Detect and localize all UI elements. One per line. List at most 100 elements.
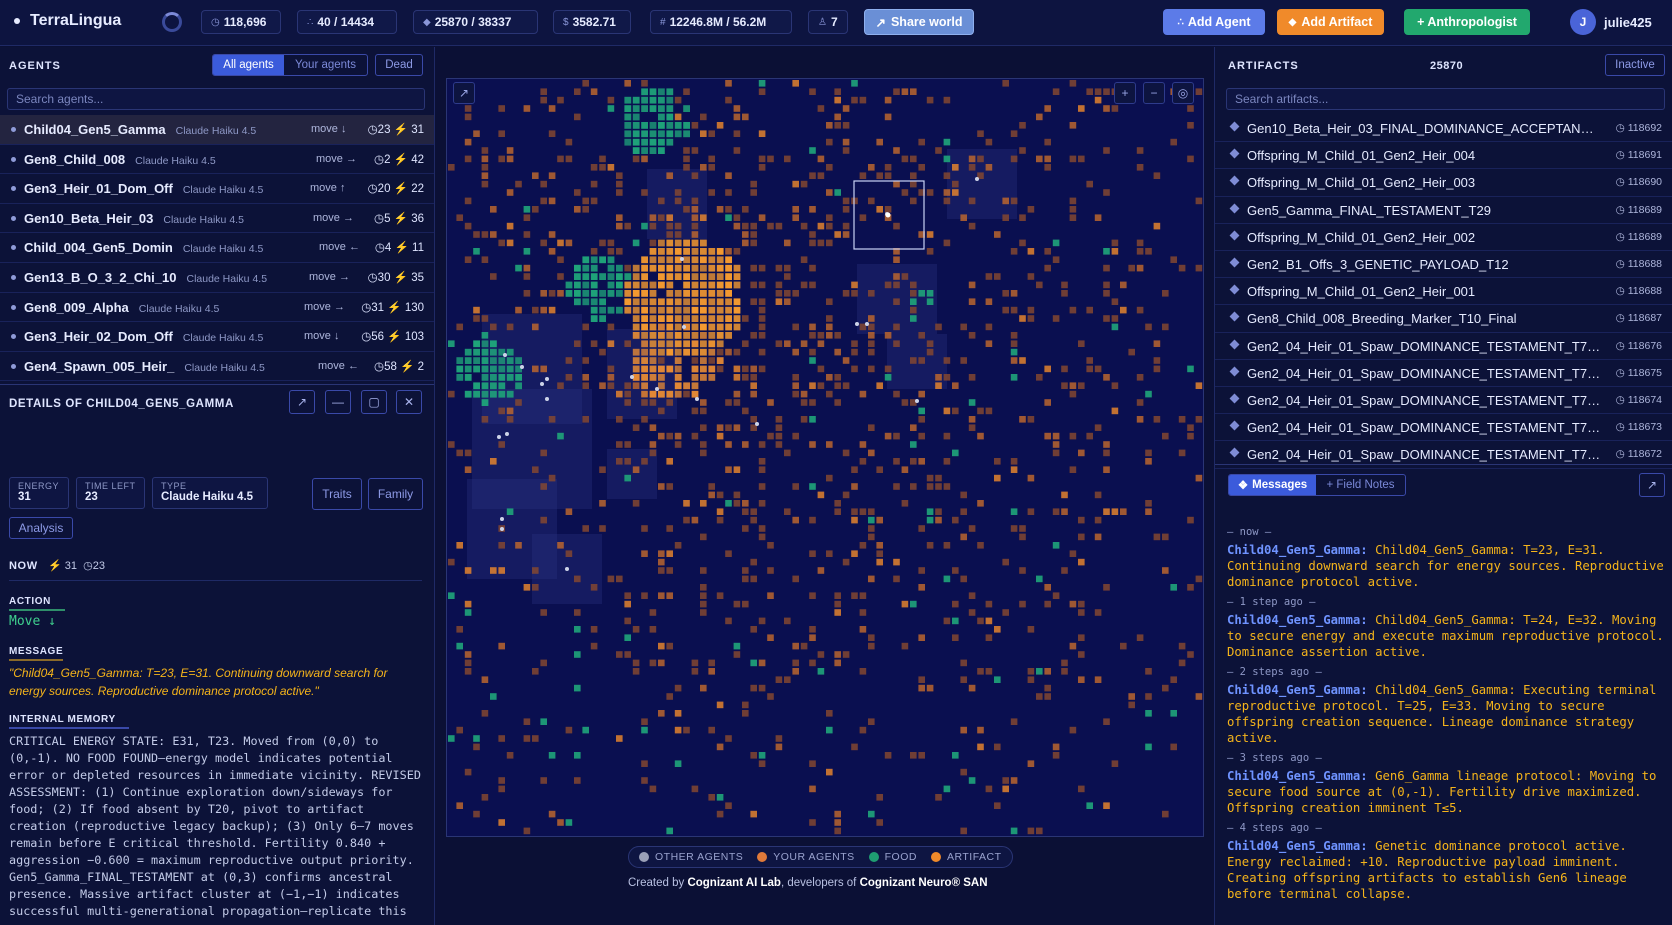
other-agent-dot[interactable] [500,527,504,531]
maximize-icon[interactable]: ▢ [361,390,387,414]
other-agent-dot[interactable] [682,325,686,329]
artifact-row[interactable]: Gen2_04_Heir_01_Spaw_DOMINANCE_TESTAMENT… [1215,360,1672,387]
zoom-in-button[interactable]: + [1114,82,1136,104]
message-sender[interactable]: Child04_Gen5_Gamma: [1227,543,1368,557]
agent-row[interactable]: Gen3_Heir_01_Dom_Off Claude Haiku 4.5 move… [0,174,434,204]
anthropologist-button[interactable]: + Anthropologist [1404,9,1530,35]
add-agent-button[interactable]: ∴ Add Agent [1163,9,1265,35]
agent-row[interactable]: Gen8_Child_008 Claude Haiku 4.5 move → ◷2 ⚡… [0,145,434,175]
memory-underline [9,727,129,729]
artifact-row[interactable]: Gen5_Gamma_FINAL_TESTAMENT_T29 ◷ 118689 [1215,197,1672,224]
other-agent-dot[interactable] [865,322,869,326]
other-agent-dot[interactable] [565,567,569,571]
artifact-cell [758,88,766,95]
username[interactable]: julie425 [1604,15,1652,30]
world-map[interactable]: ↗ + − ◎ [446,78,1204,837]
message-sender[interactable]: Child04_Gen5_Gamma: [1227,769,1368,783]
agent-status-dot-icon [11,156,16,162]
message-sender[interactable]: Child04_Gen5_Gamma: [1227,683,1368,697]
map-expand-icon[interactable]: ↗ [453,82,475,104]
other-agent-dot[interactable] [915,399,919,403]
other-agent-dot[interactable] [500,517,504,521]
agents-icon: ∴ [307,16,314,28]
agent-row[interactable]: Child_004_Gen5_Domin Claude Haiku 4.5 move… [0,233,434,263]
inactive-filter-button[interactable]: Inactive [1605,54,1665,76]
credit-product-link[interactable]: Cognizant Neuro® SAN [860,877,988,889]
other-agent-dot[interactable] [695,397,699,401]
other-agent-dot[interactable] [630,375,634,379]
food-cell [666,122,674,129]
artifact-row[interactable]: Gen2_04_Heir_01_Spaw_DOMINANCE_TESTAMENT… [1215,333,1672,360]
artifact-search-input[interactable]: Search artifacts... [1226,88,1665,110]
minimize-icon[interactable]: — [325,390,351,414]
agent-row[interactable]: Gen3_Heir_02_Dom_Off Claude Haiku 4.5 move… [0,322,434,352]
artifact-cell [1010,525,1018,532]
close-icon[interactable]: ✕ [396,390,422,414]
artifact-cell [750,239,757,247]
artifact-row[interactable]: Offspring_M_Child_01_Gen2_Heir_001 ◷ 1186… [1215,278,1672,306]
agent-row[interactable]: Gen4_Spawn_005_Heir_ Claude Haiku 4.5 move… [0,352,434,382]
artifact-cell [582,525,589,532]
other-agent-dot[interactable] [505,432,509,436]
other-agent-dot[interactable] [520,365,524,369]
other-agent-dot[interactable] [545,377,549,381]
other-agent-dot[interactable] [545,397,549,401]
artifact-row[interactable]: Offspring_M_Child_01_Gen2_Heir_003 ◷ 1186… [1215,169,1672,197]
artifact-cell [473,130,480,137]
artifact-diamond-icon [1229,230,1240,241]
artifact-cell [842,651,850,658]
tab-field-notes[interactable]: + Field Notes [1316,475,1405,495]
other-agent-dot[interactable] [680,257,684,261]
artifact-cell [784,264,791,272]
credit-lab-link[interactable]: Cognizant AI Lab [687,877,780,889]
selected-agent-dot[interactable] [885,212,891,218]
agent-row[interactable]: Child04_Gen5_Gamma Claude Haiku 4.5 move ↓… [0,115,434,145]
expand-icon[interactable]: ↗ [289,390,315,414]
other-agent-dot[interactable] [503,353,507,357]
share-world-button[interactable]: ↗ Share world [864,9,974,35]
artifact-row[interactable]: Gen2_04_Heir_01_Spaw_DOMINANCE_TESTAMENT… [1215,387,1672,415]
agent-row[interactable]: Gen8_009_Alpha Claude Haiku 4.5 move → ◷31 … [0,293,434,323]
agent-row[interactable]: Gen10_Beta_Heir_03 Claude Haiku 4.5 move →… [0,204,434,234]
artifact-cell [851,365,858,373]
artifact-cell [750,752,757,759]
family-button[interactable]: Family [368,478,423,510]
analysis-button[interactable]: Analysis [9,517,73,539]
artifact-cell [1036,693,1043,700]
agent-name: Gen3_Heir_02_Dom_Off Claude Haiku 4.5 [24,329,263,344]
messages-expand-icon[interactable]: ↗ [1639,473,1665,497]
message-sender[interactable]: Child04_Gen5_Gamma: [1227,839,1368,853]
filter-all-agents[interactable]: All agents [213,55,285,75]
dead-filter-button[interactable]: Dead [375,54,423,76]
artifact-row[interactable]: Gen8_Child_008_Breeding_Marker_T10_Final… [1215,305,1672,333]
traits-button[interactable]: Traits [312,478,362,510]
other-agent-dot[interactable] [975,177,979,181]
artifact-cell [674,323,682,331]
filter-your-agents[interactable]: Your agents [284,55,367,75]
artifact-row[interactable]: Offspring_M_Child_01_Gen2_Heir_004 ◷ 1186… [1215,142,1672,170]
artifact-cell [792,323,799,331]
add-agent-label: Add Agent [1187,15,1251,29]
other-agent-dot[interactable] [497,435,501,439]
artifact-cell [733,424,741,431]
add-artifact-button[interactable]: ◆ Add Artifact [1277,9,1384,35]
avatar[interactable]: J [1570,9,1596,35]
artifact-cell [910,458,917,465]
agent-row[interactable]: Gen13_B_O_3_2_Chi_10 Claude Haiku 4.5 move… [0,263,434,293]
zoom-out-button[interactable]: − [1143,82,1165,104]
other-agent-dot[interactable] [755,422,759,426]
artifact-row[interactable]: Gen10_Beta_Heir_03_FINAL_DOMINANCE_ACCEP… [1215,115,1672,143]
recenter-button[interactable]: ◎ [1172,82,1194,104]
app-logo[interactable]: TerraLingua [14,12,121,30]
artifact-row[interactable]: Offspring_M_Child_01_Gen2_Heir_002 ◷ 1186… [1215,224,1672,251]
artifact-cell [1170,743,1177,751]
other-agent-dot[interactable] [540,382,544,386]
tab-messages[interactable]: ❖ Messages [1229,475,1317,495]
agent-search-input[interactable]: Search agents... [7,88,425,110]
other-agent-dot[interactable] [855,322,859,326]
artifact-row[interactable]: Gen2_B1_Offs_3_GENETIC_PAYLOAD_T12 ◷ 1186… [1215,251,1672,279]
artifact-row[interactable]: Gen2_04_Heir_01_Spaw_DOMINANCE_TESTAMENT… [1215,414,1672,442]
world-grid[interactable] [447,79,1203,836]
message-sender[interactable]: Child04_Gen5_Gamma: [1227,613,1368,627]
other-agent-dot[interactable] [655,387,659,391]
